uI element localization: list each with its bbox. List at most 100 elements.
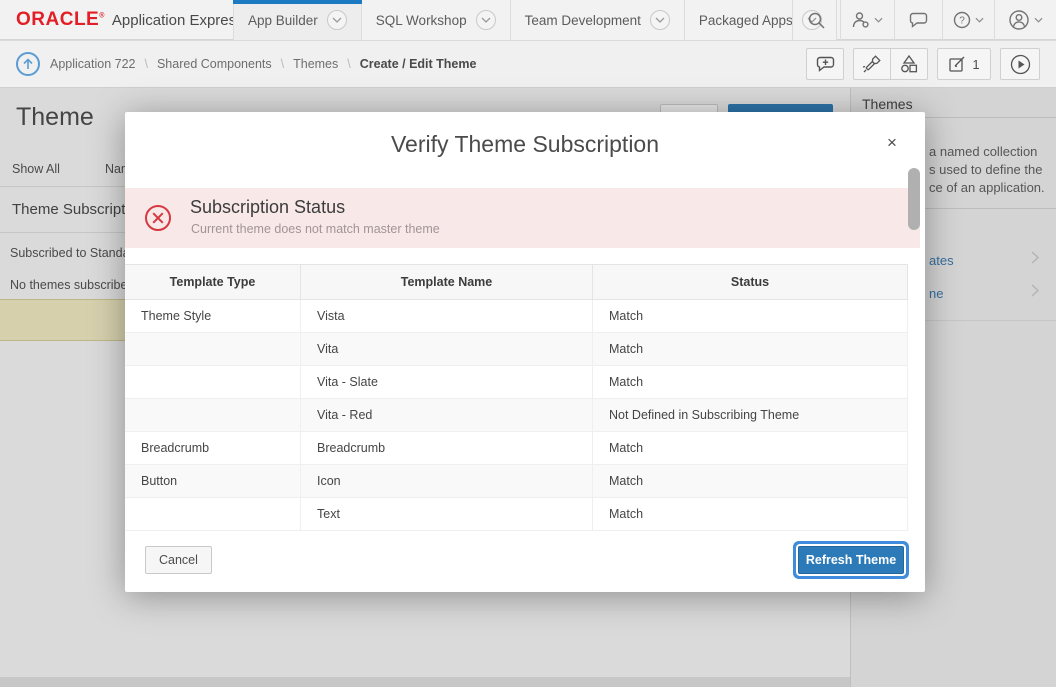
sidebar-link[interactable]: ne xyxy=(929,286,943,301)
table-cell: Not Defined in Subscribing Theme xyxy=(593,399,908,431)
nav-tab-label: App Builder xyxy=(248,13,318,28)
report-tabs: Show All Name xyxy=(12,162,138,176)
oracle-logo: ORACLE® xyxy=(16,9,105,31)
breadcrumb-item[interactable]: Application 722 xyxy=(50,57,135,71)
nav-tab-app-builder[interactable]: App Builder xyxy=(233,0,362,40)
region-title: Theme Subscriptio xyxy=(12,201,137,218)
subscription-status-alert: Subscription Status Current theme does n… xyxy=(125,188,920,248)
breadcrumb-item[interactable]: Shared Components xyxy=(157,57,272,71)
table-row: Vita - SlateMatch xyxy=(125,366,908,399)
top-navigation-bar: ORACLE® Application Express App Builder S… xyxy=(0,0,1056,40)
search-icon[interactable] xyxy=(792,0,840,40)
breadcrumb-separator: \ xyxy=(144,57,147,71)
tab-menu-chevron-icon[interactable] xyxy=(650,10,670,30)
column-header: Status xyxy=(593,265,908,299)
dialog-title: Verify Theme Subscription xyxy=(125,131,925,158)
report-row-text: No themes subscribe xyxy=(10,278,127,292)
table-cell: Match xyxy=(593,465,908,497)
up-level-icon[interactable] xyxy=(16,52,40,76)
error-circle-x-icon xyxy=(144,204,172,237)
edit-page-number: 1 xyxy=(972,57,979,72)
table-row: Theme StyleVistaMatch xyxy=(125,300,908,333)
svg-text:?: ? xyxy=(959,16,965,27)
tab-menu-chevron-icon[interactable] xyxy=(327,10,347,30)
table-cell: Text xyxy=(301,498,593,530)
report-row-text: Subscribed to Standa xyxy=(10,246,130,260)
table-row: Vita - RedNot Defined in Subscribing The… xyxy=(125,399,908,432)
administration-icon[interactable] xyxy=(840,0,894,40)
table-cell: Match xyxy=(593,333,908,365)
breadcrumb: Application 722 \ Shared Components \ Themes… xyxy=(50,41,476,87)
tab-show-all[interactable]: Show All xyxy=(12,162,60,176)
table-row: VitaMatch xyxy=(125,333,908,366)
alert-title: Subscription Status xyxy=(190,197,345,218)
verify-theme-subscription-dialog: Verify Theme Subscription × Subscription… xyxy=(125,112,925,592)
tab-menu-chevron-icon[interactable] xyxy=(476,10,496,30)
table-cell: Match xyxy=(593,498,908,530)
breadcrumb-bar: Application 722 \ Shared Components \ Themes… xyxy=(0,41,1056,88)
table-row: BreadcrumbBreadcrumbMatch xyxy=(125,432,908,465)
nav-tab-label: Team Development xyxy=(525,13,641,28)
table-cell: Vista xyxy=(301,300,593,332)
alert-message: Current theme does not match master them… xyxy=(191,222,440,236)
nav-tab-label: SQL Workshop xyxy=(376,13,467,28)
page-title: Theme xyxy=(16,103,94,132)
table-row: ButtonIconMatch xyxy=(125,465,908,498)
product-name: Application Express xyxy=(112,12,244,29)
nav-tab-label: Packaged Apps xyxy=(699,13,793,28)
sidebar-paragraph-line: a named collection xyxy=(929,144,1037,159)
table-cell xyxy=(125,399,301,431)
cancel-button[interactable]: Cancel xyxy=(145,546,212,574)
table-cell: Match xyxy=(593,300,908,332)
sidebar-title: Themes xyxy=(862,96,913,112)
sidebar-link[interactable]: ates xyxy=(929,253,954,268)
shapes-icon xyxy=(899,54,919,74)
edit-page-icon xyxy=(948,55,966,73)
breadcrumb-separator: \ xyxy=(347,57,350,71)
run-application-button[interactable] xyxy=(1000,48,1040,80)
chevron-right-icon xyxy=(1031,251,1039,269)
page-toolbar: 1 xyxy=(806,48,1040,80)
nav-tab-sql-workshop[interactable]: SQL Workshop xyxy=(362,0,511,40)
breadcrumb-item: Create / Edit Theme xyxy=(360,57,477,71)
chevron-down-icon xyxy=(655,17,665,23)
template-status-table: Template TypeTemplate NameStatusTheme St… xyxy=(125,264,908,531)
nav-tab-team-development[interactable]: Team Development xyxy=(511,0,685,40)
refresh-theme-button[interactable]: Refresh Theme xyxy=(798,546,904,574)
breadcrumb-separator: \ xyxy=(281,57,284,71)
table-cell xyxy=(125,333,301,365)
chevron-right-icon xyxy=(1031,284,1039,302)
main-nav-tabs: App Builder SQL Workshop Team Development P… xyxy=(233,0,837,40)
table-cell xyxy=(125,366,301,398)
advisor-button[interactable] xyxy=(853,48,891,80)
feedback-icon[interactable] xyxy=(894,0,942,40)
breadcrumb-item[interactable]: Themes xyxy=(293,57,338,71)
comment-plus-icon xyxy=(816,55,835,73)
feedback-comment-button[interactable] xyxy=(806,48,844,80)
chevron-down-icon xyxy=(975,17,984,23)
column-header: Template Name xyxy=(301,265,593,299)
topbar-icons: ? xyxy=(792,0,1056,40)
table-cell: Vita - Slate xyxy=(301,366,593,398)
brand: ORACLE® Application Express xyxy=(16,0,244,40)
table-cell xyxy=(125,498,301,530)
chevron-down-icon xyxy=(874,17,883,23)
table-cell: Breadcrumb xyxy=(125,432,301,464)
table-cell: Breadcrumb xyxy=(301,432,593,464)
account-icon[interactable] xyxy=(994,0,1056,40)
table-cell: Match xyxy=(593,366,908,398)
chevron-down-icon xyxy=(332,17,342,23)
edit-page-button[interactable]: 1 xyxy=(937,48,991,80)
chevron-down-icon xyxy=(1034,17,1043,23)
sidebar-paragraph-line: ce of an application. xyxy=(929,180,1045,195)
sidebar-paragraph-line: s used to define the xyxy=(929,162,1042,177)
scrollbar-thumb[interactable] xyxy=(908,168,920,230)
table-cell: Vita xyxy=(301,333,593,365)
flashlight-icon xyxy=(862,54,882,74)
shared-components-button[interactable] xyxy=(890,48,928,80)
table-row: TextMatch xyxy=(125,498,908,531)
table-cell: Icon xyxy=(301,465,593,497)
chevron-down-icon xyxy=(481,17,491,23)
close-icon[interactable]: × xyxy=(879,130,905,156)
help-icon[interactable]: ? xyxy=(942,0,994,40)
